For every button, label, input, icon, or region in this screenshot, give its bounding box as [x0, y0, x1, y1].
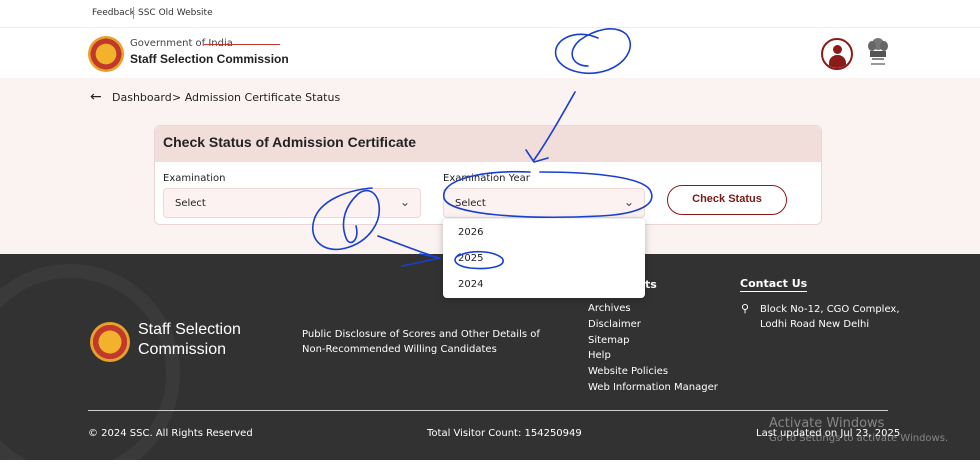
topbar-divider [133, 7, 134, 19]
footer-link-web-info-manager[interactable]: Web Information Manager [588, 382, 718, 393]
year-option-2024[interactable]: 2024 [458, 279, 483, 290]
avatar-head [833, 45, 842, 54]
footer-link-help[interactable]: Help [588, 350, 611, 361]
old-website-link[interactable]: SSC Old Website [138, 8, 213, 18]
year-option-2026[interactable]: 2026 [458, 227, 483, 238]
chevron-down-icon: ⌄ [399, 195, 410, 209]
feedback-link[interactable]: Feedback [92, 8, 135, 18]
year-option-2025[interactable]: 2025 [458, 253, 483, 264]
bottom-strip [0, 460, 980, 469]
contact-address: Block No-12, CGO Complex, Lodhi Road New… [760, 304, 900, 330]
footer-link-sitemap[interactable]: Sitemap [588, 335, 629, 346]
links-heading-fragment: ts [645, 278, 657, 291]
breadcrumb-dashboard[interactable]: Dashboard [112, 91, 172, 104]
check-status-button[interactable]: Check Status [667, 185, 787, 215]
breadcrumb-current: > Admission Certificate Status [172, 91, 341, 104]
exam-year-dropdown: 2026 2025 2024 [443, 219, 645, 298]
location-pin-icon: ⚲ [741, 302, 750, 315]
activate-windows-hint: Go to Settings to activate Windows. [769, 433, 949, 444]
exam-year-select[interactable]: Select ⌄ [443, 188, 645, 218]
exam-year-select-value: Select [455, 198, 486, 209]
org-name: Staff Selection Commission [130, 52, 289, 66]
footer-ssc-logo [90, 322, 130, 362]
footer-link-archives[interactable]: Archives [588, 303, 631, 314]
contact-heading: Contact Us [740, 277, 808, 292]
examination-select-value: Select [175, 198, 206, 209]
footer-link-disclaimer[interactable]: Disclaimer [588, 319, 641, 330]
avatar-body [829, 55, 846, 68]
examination-select[interactable]: Select ⌄ [163, 188, 421, 218]
arrow-left-icon[interactable]: ← [90, 89, 102, 105]
gov-underline [204, 44, 280, 45]
footer-divider [88, 410, 888, 411]
activate-windows-title: Activate Windows [769, 416, 885, 431]
card-header: Check Status of Admission Certificate [155, 126, 821, 162]
ssc-logo[interactable] [88, 36, 124, 72]
copyright-text: © 2024 SSC. All Rights Reserved [88, 428, 253, 439]
examination-label: Examination [163, 173, 226, 184]
site-header: Government of India Staff Selection Comm… [0, 28, 980, 78]
card-title: Check Status of Admission Certificate [163, 134, 417, 150]
status-card: Check Status of Admission Certificate Ex… [154, 125, 822, 225]
footer-org-name: Staff Selection Commission [138, 320, 278, 360]
footer-org-line1: Staff Selection [138, 321, 241, 338]
public-disclosure-link[interactable]: Public Disclosure of Scores and Other De… [302, 327, 562, 357]
user-avatar[interactable] [821, 38, 853, 70]
exam-year-label: Examination Year [443, 173, 530, 184]
chevron-down-icon: ⌄ [623, 195, 634, 209]
footer-link-website-policies[interactable]: Website Policies [588, 366, 668, 377]
top-utility-bar: Feedback SSC Old Website [0, 0, 980, 28]
visitor-count: Total Visitor Count: 154250949 [427, 428, 582, 439]
footer-org-line2: Commission [138, 341, 227, 358]
national-emblem-icon [868, 38, 888, 65]
